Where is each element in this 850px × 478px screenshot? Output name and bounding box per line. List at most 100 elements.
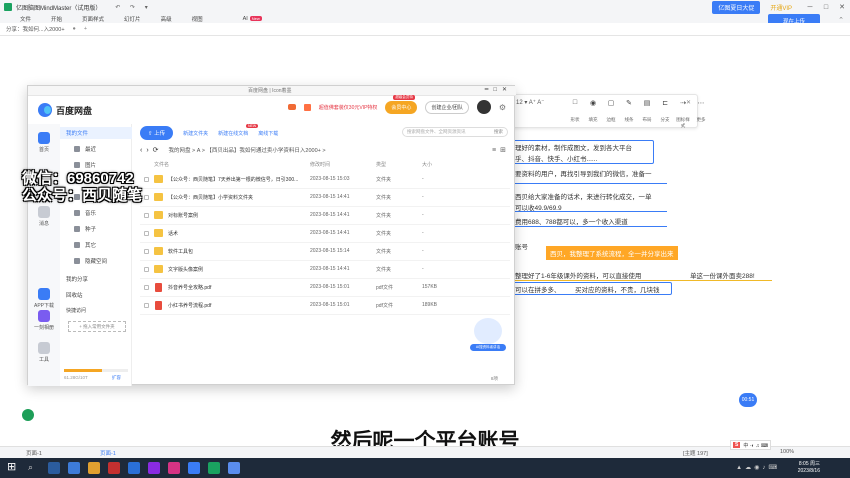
breadcrumb-path[interactable]: 我的网盘 > A > 【西贝出品】我如何通过卖小学资料日入2000+ > xyxy=(169,146,326,154)
row-checkbox[interactable] xyxy=(144,213,149,218)
table-row[interactable]: 小红书养号流程.pdf 2023-08-15 15:01 pdf文件 189KB xyxy=(140,297,510,315)
col-header-time[interactable]: 修改时间 xyxy=(310,161,330,168)
new-online-doc-button[interactable]: 新建在线文档 NEW xyxy=(218,123,259,137)
search-button[interactable]: 搜索 xyxy=(494,128,503,136)
toolbar-close-icon[interactable]: ✕ xyxy=(686,99,691,106)
mindmap-node[interactable]: 买对应的资料，不贵，几块钱 xyxy=(575,284,660,294)
maximize-icon[interactable]: □ xyxy=(818,4,834,11)
row-checkbox[interactable] xyxy=(144,195,149,200)
font-size-control[interactable]: 12 ▾ A⁺ A⁻ xyxy=(516,99,544,106)
promo-banner[interactable]: 亿图夏日大促 xyxy=(712,0,761,14)
nav-my-files[interactable]: 我的文件 xyxy=(66,129,88,137)
nav-music[interactable]: 音乐 xyxy=(74,209,96,217)
taskbar-app-icon[interactable] xyxy=(208,462,220,474)
fill-icon[interactable]: ◉ xyxy=(586,99,600,107)
leftbar-tools[interactable]: 工具 xyxy=(28,342,60,363)
branch-icon[interactable]: ⊏ xyxy=(658,99,672,107)
vip-promo-link[interactable]: 超值佛套装仅30元VIP特权 xyxy=(319,104,378,111)
search-icon[interactable]: ⌕ xyxy=(28,462,40,474)
mindmap-node[interactable]: 单这一份课外面卖288! xyxy=(690,270,755,280)
vip-button[interactable]: 开通VIP xyxy=(770,3,792,12)
create-team-button[interactable]: 创建企业/团队 xyxy=(425,100,469,114)
mindmap-node[interactable]: 整理好了1-6年级课外的资料，可以直接使用 xyxy=(515,270,641,280)
settings-icon[interactable]: ⚙ xyxy=(499,103,506,112)
nav-arrows-icon[interactable]: ‹›⟳ xyxy=(140,146,163,154)
gift-icon[interactable] xyxy=(303,103,311,111)
table-row[interactable]: 【公众号：西贝随笔】小学资料文件夹 2023-08-15 14:41 文件夹 - xyxy=(140,189,510,207)
mindmap-node[interactable]: 乎、抖音、快手、小红书...... xyxy=(515,153,597,163)
expand-storage-link[interactable]: 扩容 xyxy=(112,375,121,381)
table-row[interactable]: 软件工具包 2023-08-15 15:14 文件夹 - xyxy=(140,243,510,261)
row-checkbox[interactable] xyxy=(144,177,149,182)
nav-my-share[interactable]: 我的分享 xyxy=(66,275,88,283)
menu-ai[interactable]: AI New xyxy=(223,15,262,22)
member-center-button[interactable]: 超级会员特 会员中心 xyxy=(385,94,418,114)
taskbar-app-icon[interactable] xyxy=(168,462,180,474)
taskbar-app-icon[interactable] xyxy=(48,462,60,474)
line-icon[interactable]: ✎ xyxy=(622,99,636,107)
quick-access-toolbar[interactable]: ↶ ↷ ▾ xyxy=(115,4,151,11)
taskbar-app-icon[interactable] xyxy=(148,462,160,474)
more-icon[interactable]: ⋯ xyxy=(694,99,708,107)
bd-window-controls[interactable]: ━□✕ xyxy=(485,86,512,93)
table-row[interactable]: 话术 2023-08-15 14:41 文件夹 - xyxy=(140,225,510,243)
row-checkbox[interactable] xyxy=(144,249,149,254)
new-tab-icon[interactable]: + xyxy=(84,26,87,32)
mindmap-node[interactable]: 理好的素材，制作成图文，发到各大平台 xyxy=(515,142,632,152)
add-quick-access-button[interactable]: + 拖入常用文件夹 xyxy=(68,321,126,332)
nav-torrent[interactable]: 种子 xyxy=(74,225,96,233)
shape-icon[interactable]: □ xyxy=(568,99,582,107)
taskbar-app-icon[interactable] xyxy=(88,462,100,474)
system-tray-icons[interactable]: ▲☁◉♪⌨ xyxy=(736,464,780,471)
nav-quick-access[interactable]: 快捷访问 xyxy=(66,307,86,314)
taskbar-app-icon[interactable] xyxy=(68,462,80,474)
menu-page-style[interactable]: 页面样式 xyxy=(82,15,104,23)
highlighted-node[interactable]: 西贝，我整理了系统流程，全一并分享出来 xyxy=(546,246,678,260)
taskbar-clock[interactable]: 8:05 周三 2023/8/16 xyxy=(798,461,820,475)
ai-assistant-bubble[interactable]: AI搜资料者讲话 xyxy=(470,318,506,352)
row-checkbox[interactable] xyxy=(144,303,149,308)
tab-close-icon[interactable]: ● xyxy=(73,26,76,32)
close-icon[interactable]: ✕ xyxy=(834,3,850,11)
nav-hidden-space[interactable]: 隐藏空间 xyxy=(74,257,107,265)
nav-recent[interactable]: 最近 xyxy=(74,145,96,153)
leftbar-messages[interactable]: 消息 xyxy=(28,206,60,227)
mindmap-node[interactable]: 西贝给大家准备的话术，来进行转化成交，一单 xyxy=(515,191,652,201)
mindmap-node[interactable]: 可以在拼多多、 xyxy=(515,284,561,294)
col-header-size[interactable]: 大小 xyxy=(422,161,432,168)
game-icon[interactable] xyxy=(287,104,296,110)
menu-file[interactable]: 文件 xyxy=(20,15,31,23)
offline-download-button[interactable]: 离线下载 xyxy=(258,130,278,137)
document-tab[interactable]: 分享：我如何...入2000+ xyxy=(6,25,65,33)
taskbar-app-icon[interactable] xyxy=(188,462,200,474)
col-header-name[interactable]: 文件名 xyxy=(154,161,169,168)
table-row[interactable]: 文字版头像案例 2023-08-15 14:41 文件夹 - xyxy=(140,261,510,279)
avatar[interactable] xyxy=(476,100,491,114)
mindmap-node[interactable]: 账号 xyxy=(515,241,528,251)
zoom-level[interactable]: 100% xyxy=(780,449,794,455)
menu-advanced[interactable]: 高级 xyxy=(161,15,172,23)
table-row[interactable]: 【公众号：西贝随笔】7天养出第一根的微信号，日引300... 2023-08-1… xyxy=(140,171,510,189)
page-selector[interactable]: 页面-1 xyxy=(26,449,42,457)
taskbar-app-icon[interactable] xyxy=(228,462,240,474)
nav-images[interactable]: 图片 xyxy=(74,161,96,169)
taskbar-app-icon[interactable] xyxy=(128,462,140,474)
upload-button[interactable]: ⇧ 上传 xyxy=(140,126,174,140)
view-toggle-icon[interactable]: ≡⊞ xyxy=(492,146,510,154)
bd-window-tabs[interactable]: 百度网盘 | Icon着墨 xyxy=(248,87,292,94)
row-checkbox[interactable] xyxy=(144,267,149,272)
menu-view[interactable]: 视图 xyxy=(192,15,203,23)
start-menu-icon[interactable] xyxy=(7,460,19,474)
leftbar-home[interactable]: 首页 xyxy=(28,132,60,153)
mindmap-node[interactable]: 要资料的用户，再找引导到我们的微信，准备一 xyxy=(515,168,652,178)
minimize-icon[interactable]: ─ xyxy=(802,4,818,11)
table-row[interactable]: 对标账号案例 2023-08-15 14:41 文件夹 - xyxy=(140,207,510,225)
new-folder-button[interactable]: 新建文件夹 xyxy=(183,130,208,137)
bd-search-input[interactable]: 搜索网盘文件、全网资源资讯 搜索 xyxy=(402,127,508,137)
col-header-type[interactable]: 类型 xyxy=(376,161,386,168)
mindmap-node[interactable]: 费用688、788都可以，多一个收入渠道 xyxy=(515,216,628,226)
leftbar-album[interactable]: 一刻相册 xyxy=(28,310,60,331)
menu-start[interactable]: 开始 xyxy=(51,15,62,23)
page-tab[interactable]: 页面-1 xyxy=(100,449,116,457)
row-checkbox[interactable] xyxy=(144,285,149,290)
